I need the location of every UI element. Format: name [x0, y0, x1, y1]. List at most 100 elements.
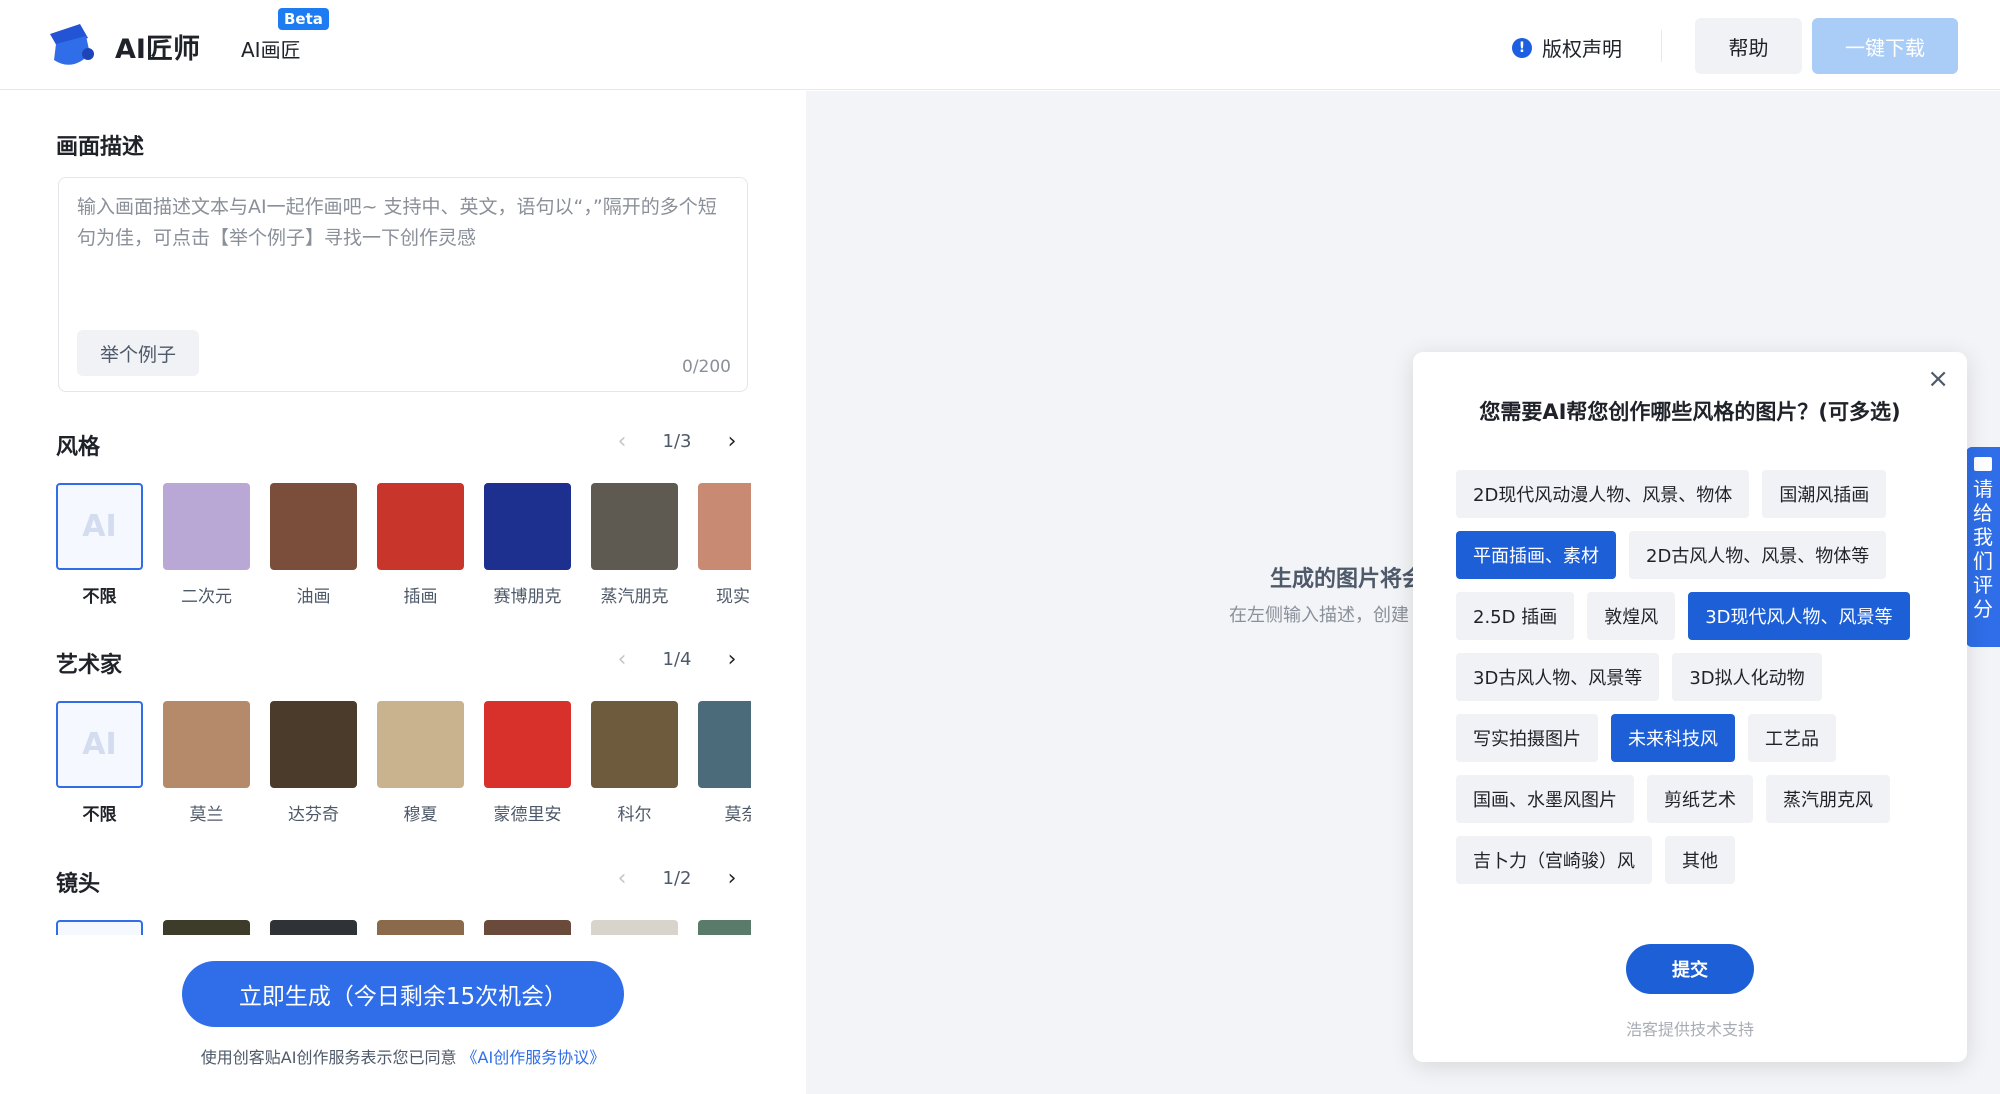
style-option-chip[interactable]: 蒸汽朋克风: [1766, 775, 1890, 823]
nav-ai-painter[interactable]: AI画匠: [241, 34, 301, 63]
style-thumb[interactable]: 蒸汽朋克: [591, 483, 678, 607]
agreement-link[interactable]: 《AI创作服务协议》: [462, 1048, 606, 1067]
lens-thumb[interactable]: [484, 920, 571, 935]
artist-thumb[interactable]: AI 不限: [56, 701, 143, 825]
char-count: 0/200: [682, 357, 731, 377]
ai-placeholder-icon: AI: [82, 509, 117, 544]
left-panel: 画面描述 输入画面描述文本与AI一起作画吧~ 支持中、英文，语句以“，”隔开的多…: [0, 91, 806, 1094]
style-option-chip[interactable]: 平面插画、素材: [1456, 531, 1616, 579]
brand-name: AI匠师: [115, 34, 200, 65]
copyright-label: 版权声明: [1542, 37, 1622, 61]
style-option-chip[interactable]: 吉卜力（宫崎骏）风: [1456, 836, 1652, 884]
style-option-chip[interactable]: 2D古风人物、风景、物体等: [1629, 531, 1887, 579]
artist-thumb-image: AI: [56, 701, 143, 788]
style-pager: ‹ 1/3 ›: [612, 429, 742, 454]
chevron-right-icon[interactable]: ›: [722, 647, 742, 672]
lens-thumb[interactable]: [377, 920, 464, 935]
artist-thumb-label: 不限: [82, 805, 117, 825]
style-option-chip[interactable]: 3D拟人化动物: [1672, 653, 1822, 701]
lens-thumb-image: [698, 920, 751, 935]
lens-thumb[interactable]: [698, 920, 751, 935]
info-icon: !: [1512, 37, 1532, 58]
style-thumb[interactable]: 赛博朋克: [484, 483, 571, 607]
artist-thumb-image: [484, 701, 571, 788]
rate-us-tab[interactable]: 请给我们评分: [1966, 447, 2000, 647]
artist-thumb[interactable]: 莫兰: [163, 701, 250, 825]
style-option-chip[interactable]: 3D现代风人物、风景等: [1688, 592, 1910, 640]
artist-thumb-image: [591, 701, 678, 788]
style-option-chip[interactable]: 敦煌风: [1587, 592, 1676, 640]
style-option-chip[interactable]: 2.5D 插画: [1456, 592, 1575, 640]
artist-section-title: 艺术家: [56, 653, 123, 678]
lens-thumb[interactable]: [270, 920, 357, 935]
lens-thumb-image: [270, 920, 357, 935]
style-thumb[interactable]: 二次元: [163, 483, 250, 607]
style-thumb[interactable]: 油画: [270, 483, 357, 607]
artist-thumb[interactable]: 科尔: [591, 701, 678, 825]
modal-title: 您需要AI帮您创作哪些风格的图片？(可多选): [1479, 400, 1901, 424]
chevron-right-icon[interactable]: ›: [722, 866, 742, 891]
submit-button[interactable]: 提交: [1626, 944, 1754, 994]
result-empty-subtitle: 在左侧输入描述，创建: [1229, 605, 1409, 626]
lens-thumb-image: [163, 920, 250, 935]
artist-thumbnails: AI 不限 莫兰 达芬奇 穆夏 蒙德里安 科尔 莫奈: [56, 701, 751, 831]
style-option-chip[interactable]: 3D古风人物、风景等: [1456, 653, 1660, 701]
lens-thumb-image: [484, 920, 571, 935]
style-option-chip[interactable]: 工艺品: [1748, 714, 1836, 762]
style-option-chip[interactable]: 其他: [1665, 836, 1735, 884]
artist-thumb-image: [698, 701, 751, 788]
example-button[interactable]: 举个例子: [77, 330, 199, 376]
generate-button[interactable]: 立即生成（今日剩余15次机会）: [182, 961, 624, 1027]
style-thumb-image: AI: [56, 483, 143, 570]
artist-thumb-label: 穆夏: [403, 805, 438, 825]
style-option-chip[interactable]: 剪纸艺术: [1647, 775, 1753, 823]
download-all-button[interactable]: 一键下载: [1812, 18, 1958, 74]
chevron-left-icon[interactable]: ‹: [612, 429, 632, 454]
lens-page-indicator: 1/2: [662, 868, 692, 889]
style-thumb-image: [377, 483, 464, 570]
beta-badge: Beta: [278, 8, 329, 30]
top-header: AI匠师 AI画匠 Beta ! 版权声明 帮助 一键下载: [0, 0, 2000, 90]
copyright-link[interactable]: ! 版权声明: [1512, 33, 1622, 62]
close-icon[interactable]: ×: [1927, 366, 1949, 392]
lens-section-title: 镜头: [56, 872, 101, 897]
lens-thumb[interactable]: AI: [56, 920, 143, 935]
rate-us-label: 请给我们评分: [1973, 477, 1993, 621]
chevron-left-icon[interactable]: ‹: [612, 866, 632, 891]
style-page-indicator: 1/3: [662, 431, 692, 452]
style-thumb[interactable]: AI 不限: [56, 483, 143, 607]
artist-page-indicator: 1/4: [662, 649, 692, 670]
result-empty-title: 生成的图片将会: [1270, 567, 1425, 592]
lens-thumb-image: [591, 920, 678, 935]
artist-thumb[interactable]: 穆夏: [377, 701, 464, 825]
style-thumb-label: 插画: [403, 587, 438, 607]
description-input[interactable]: 输入画面描述文本与AI一起作画吧~ 支持中、英文，语句以“，”隔开的多个短句为佳…: [58, 177, 748, 392]
style-thumb[interactable]: 现实照: [698, 483, 751, 607]
artist-thumb-label: 达芬奇: [288, 805, 339, 825]
style-thumb-image: [270, 483, 357, 570]
style-thumb-label: 蒸汽朋克: [600, 587, 669, 607]
header-divider: [1661, 30, 1662, 62]
lens-thumb-image: [377, 920, 464, 935]
style-option-chip[interactable]: 写实拍摄图片: [1456, 714, 1598, 762]
style-option-chip[interactable]: 2D现代风动漫人物、风景、物体: [1456, 470, 1750, 518]
style-thumbnails: AI 不限 二次元 油画 插画 赛博朋克 蒸汽朋克 现实照: [56, 483, 751, 613]
lens-thumb[interactable]: [591, 920, 678, 935]
style-survey-modal: × 您需要AI帮您创作哪些风格的图片？(可多选) 2D现代风动漫人物、风景、物体…: [1413, 352, 1967, 1062]
style-option-chip[interactable]: 国潮风插画: [1762, 470, 1887, 518]
help-button[interactable]: 帮助: [1695, 18, 1802, 74]
artist-thumb[interactable]: 达芬奇: [270, 701, 357, 825]
lens-thumb-image: AI: [56, 920, 143, 935]
lens-thumb[interactable]: [163, 920, 250, 935]
agreement-text: 使用创客贴AI创作服务表示您已同意 《AI创作服务协议》: [0, 1044, 806, 1068]
lens-thumbnails: AI: [56, 920, 751, 935]
style-section-title: 风格: [56, 435, 101, 460]
style-thumb[interactable]: 插画: [377, 483, 464, 607]
style-option-chip[interactable]: 国画、水墨风图片: [1456, 775, 1634, 823]
style-option-chip[interactable]: 未来科技风: [1611, 714, 1735, 762]
artist-thumb-label: 科尔: [617, 805, 652, 825]
artist-thumb[interactable]: 莫奈: [698, 701, 751, 825]
artist-thumb[interactable]: 蒙德里安: [484, 701, 571, 825]
chevron-left-icon[interactable]: ‹: [612, 647, 632, 672]
chevron-right-icon[interactable]: ›: [722, 429, 742, 454]
